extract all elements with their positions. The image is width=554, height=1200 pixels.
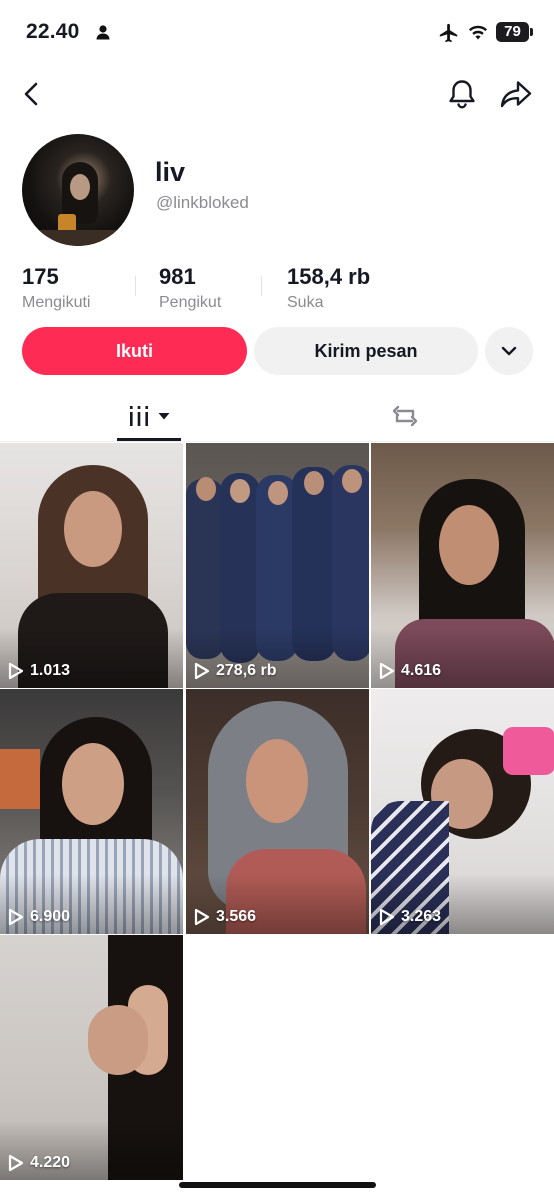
view-count: 278,6 rb: [216, 662, 277, 679]
avatar-table: [22, 230, 134, 246]
notification-bell-button[interactable]: [444, 76, 480, 112]
share-icon: [500, 81, 532, 108]
chevron-left-icon: [24, 82, 38, 106]
view-count: 6.900: [30, 908, 71, 925]
chevron-down-icon: [501, 346, 517, 356]
video-thumbnail[interactable]: 1.013: [0, 443, 183, 688]
tab-videos[interactable]: [116, 392, 182, 440]
video-thumbnail[interactable]: 4.220: [0, 935, 183, 1180]
tab-reposts[interactable]: [372, 392, 438, 440]
stat-followers[interactable]: 981 Pengikut: [159, 264, 221, 312]
play-icon: [8, 1154, 24, 1172]
back-button[interactable]: [14, 76, 50, 112]
tabs-divider: [0, 441, 554, 442]
avatar[interactable]: [22, 134, 134, 246]
video-thumbnail[interactable]: 3.566: [186, 689, 369, 934]
display-name: liv: [155, 157, 186, 187]
share-button[interactable]: [497, 76, 535, 112]
bell-icon: [449, 80, 475, 109]
play-icon: [194, 662, 210, 680]
airplane-icon: [437, 22, 461, 49]
avatar-face: [70, 174, 90, 200]
play-icon: [8, 908, 24, 926]
status-bar: 22.40 79: [0, 0, 554, 66]
profile-screen: 22.40 79 liv @linkbloked 175 Mengikuti 9…: [0, 0, 554, 1200]
video-thumbnail[interactable]: 4.616: [371, 443, 554, 688]
play-icon: [8, 662, 24, 680]
stat-following-label: Mengikuti: [22, 294, 91, 311]
view-count: 3.566: [216, 908, 257, 925]
stat-followers-label: Pengikut: [159, 294, 222, 311]
home-indicator[interactable]: [179, 1182, 376, 1188]
grid-icon: [130, 406, 148, 426]
video-thumbnail[interactable]: 6.900: [0, 689, 183, 934]
stat-following-value: 175: [22, 264, 59, 289]
battery-level: 79: [496, 22, 529, 42]
wifi-icon: [467, 23, 489, 46]
video-thumbnail[interactable]: 3.263: [371, 689, 554, 934]
follow-button[interactable]: Ikuti: [22, 327, 247, 375]
more-options-button[interactable]: [485, 327, 533, 375]
status-time: 22.40: [26, 20, 80, 43]
view-count: 3.263: [401, 908, 442, 925]
video-thumbnail[interactable]: 278,6 rb: [186, 443, 369, 688]
repost-icon: [392, 405, 418, 427]
view-count: 4.220: [30, 1154, 71, 1171]
username: @linkbloked: [156, 193, 249, 212]
stat-divider: [135, 276, 136, 296]
view-count: 4.616: [401, 662, 442, 679]
caret-down-icon: [158, 413, 170, 420]
send-message-button[interactable]: Kirim pesan: [254, 327, 478, 375]
stat-likes-value: 158,4 rb: [287, 264, 371, 289]
play-icon: [379, 662, 395, 680]
play-icon: [194, 908, 210, 926]
stat-followers-value: 981: [159, 264, 196, 289]
stat-likes[interactable]: 158,4 rb Suka: [287, 264, 370, 312]
view-count: 1.013: [30, 662, 71, 679]
person-icon: [95, 24, 111, 45]
stat-divider: [261, 276, 262, 296]
stat-likes-label: Suka: [287, 294, 324, 311]
play-icon: [379, 908, 395, 926]
battery-icon: [530, 28, 533, 36]
stat-following[interactable]: 175 Mengikuti: [22, 264, 90, 312]
